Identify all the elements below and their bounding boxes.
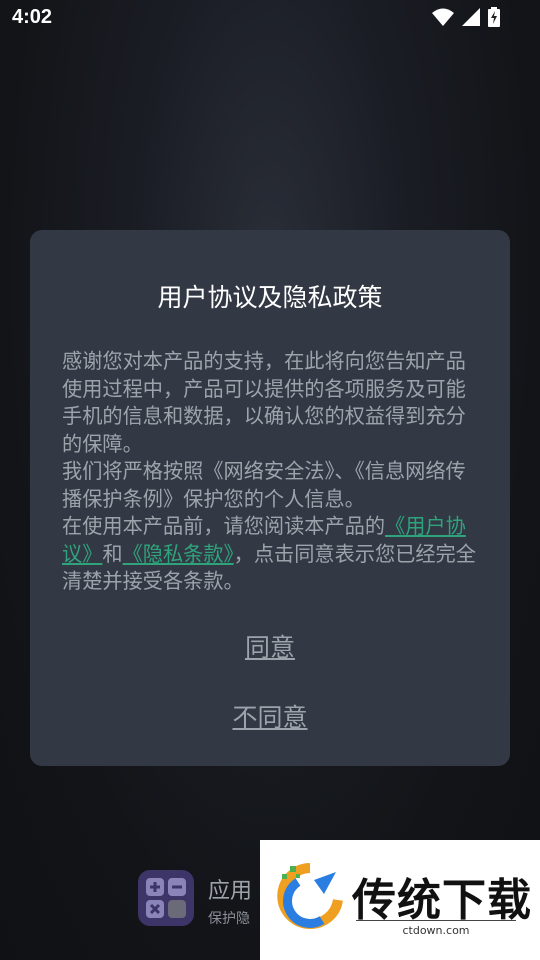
disagree-button[interactable]: 不同意 [30, 698, 510, 734]
status-icons [432, 7, 500, 27]
agree-button[interactable]: 同意 [30, 628, 510, 664]
brand-logo-icon [277, 863, 343, 929]
cell-signal-icon [462, 8, 480, 26]
intro-paragraph: 感谢您对本产品的支持，在此将向您告知产品使用过程中，产品可以提供的各项服务及可能… [62, 349, 466, 456]
status-bar: 4:02 [0, 0, 540, 36]
consent-text-and: 和 [102, 541, 123, 566]
law-paragraph: 我们将严格按照《网络安全法》、《信息网络传播保护条例》保护您的个人信息。 [62, 459, 466, 511]
dialog-title: 用户协议及隐私政策 [157, 283, 383, 312]
app-name: 应用 [208, 879, 253, 904]
wifi-icon [432, 8, 454, 26]
calculator-app-icon [138, 870, 194, 926]
watermark: 传统下载 ctdown.com [260, 840, 540, 960]
watermark-brand: 传统下载 [352, 875, 532, 926]
battery-charging-icon [488, 7, 500, 27]
app-subtitle: 保护隐 [208, 911, 250, 927]
consent-text-pre: 在使用本产品前，请您阅读本产品的 [62, 514, 386, 538]
privacy-dialog: 用户协议及隐私政策 感谢您对本产品的支持，在此将向您告知产品使用过程中，产品可以… [30, 230, 510, 766]
status-time: 4:02 [12, 6, 53, 28]
consent-paragraph: 在使用本产品前，请您阅读本产品的《用户协议》和《隐私条款》，点击同意表示您已经完… [62, 513, 482, 596]
dialog-body: 感谢您对本产品的支持，在此将向您告知产品使用过程中，产品可以提供的各项服务及可能… [62, 348, 482, 596]
privacy-terms-link[interactable]: 《隐私条款》 [123, 542, 234, 566]
watermark-url: ctdown.com [356, 920, 516, 937]
